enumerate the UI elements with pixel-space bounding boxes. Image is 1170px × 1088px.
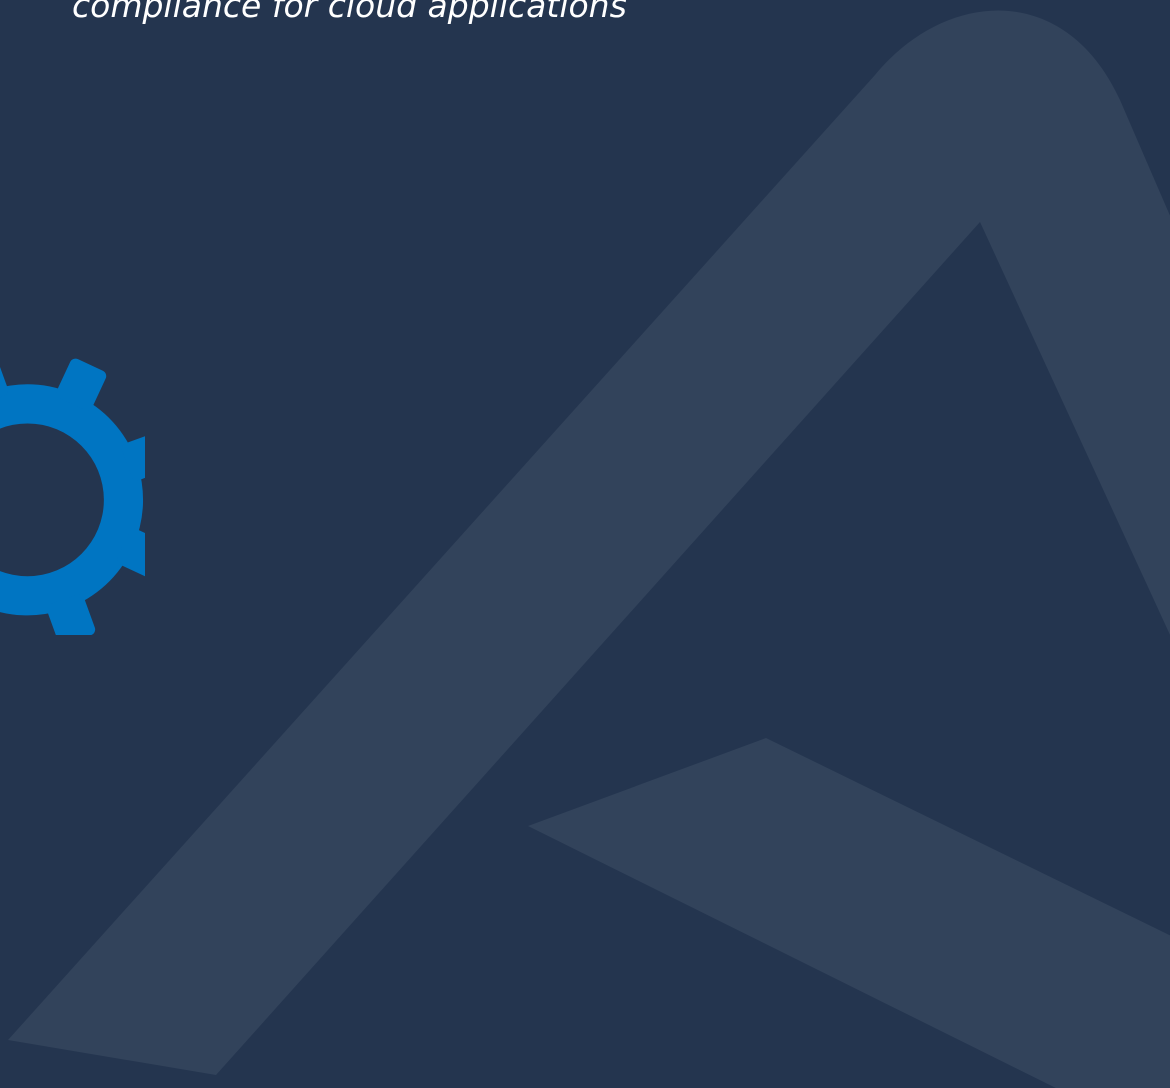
hero-panel: compliance for cloud applications bbox=[0, 0, 1170, 1088]
tagline-text: compliance for cloud applications bbox=[72, 0, 627, 25]
brand-logo-mark bbox=[8, 10, 1170, 1088]
gear-icon bbox=[0, 354, 145, 635]
brand-logo-mark-bar bbox=[528, 738, 1170, 1088]
